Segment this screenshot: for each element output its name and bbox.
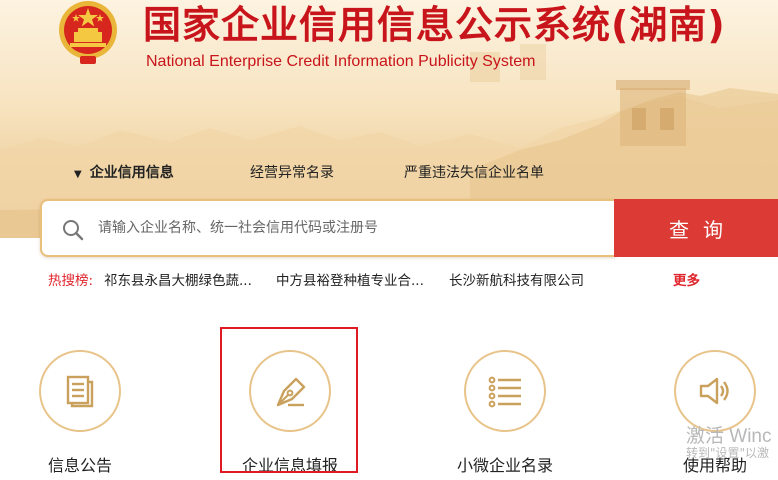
highlight-box [220,327,358,473]
hot-search-label: 热搜榜: [48,273,94,289]
tab-enterprise-credit-info[interactable]: ▼ 企业信用信息 [74,164,174,184]
hot-search-row: 热搜榜: 祁东县永昌大棚绿色蔬... 中方县裕登种植专业合... 长沙新航科技有… [0,271,778,291]
search-icon [63,220,84,241]
more-link[interactable]: 更多 [673,271,700,291]
search-button[interactable]: 查询 [614,199,778,257]
tab-abnormal-operations[interactable]: 经营异常名录 [250,164,334,182]
hot-search-item[interactable]: 祁东县永昌大棚绿色蔬... [104,271,252,291]
windows-activation-hint: 转到"设置"以激 [686,446,770,460]
national-emblem-icon [59,1,117,64]
tab-label: 企业信用信息 [89,165,174,181]
feature-info-announcement[interactable]: 信息公告 [10,336,150,476]
caret-down-icon: ▼ [74,169,82,180]
feature-icon-circle [39,350,121,432]
list-icon [488,376,521,408]
search-box [40,199,616,257]
search-input[interactable] [98,213,598,243]
feature-label: 小微企业名录 [456,456,553,475]
feature-label: 信息公告 [47,456,112,475]
site-title: 国家企业信用信息公示系统(湖南) [143,3,726,47]
hot-search-item[interactable]: 中方县裕登种植专业合... [276,271,424,291]
document-icon [66,375,94,408]
speaker-icon [699,377,729,405]
feature-icon-circle [464,350,546,432]
feature-icon-circle [674,350,756,432]
feature-small-micro-enterprise-list[interactable]: 小微企业名录 [435,336,575,476]
hot-search-item[interactable]: 长沙新航科技有限公司 [449,271,584,291]
tab-serious-violations[interactable]: 严重违法失信企业名单 [404,164,544,182]
site-subtitle: National Enterprise Credit Information P… [146,53,536,70]
